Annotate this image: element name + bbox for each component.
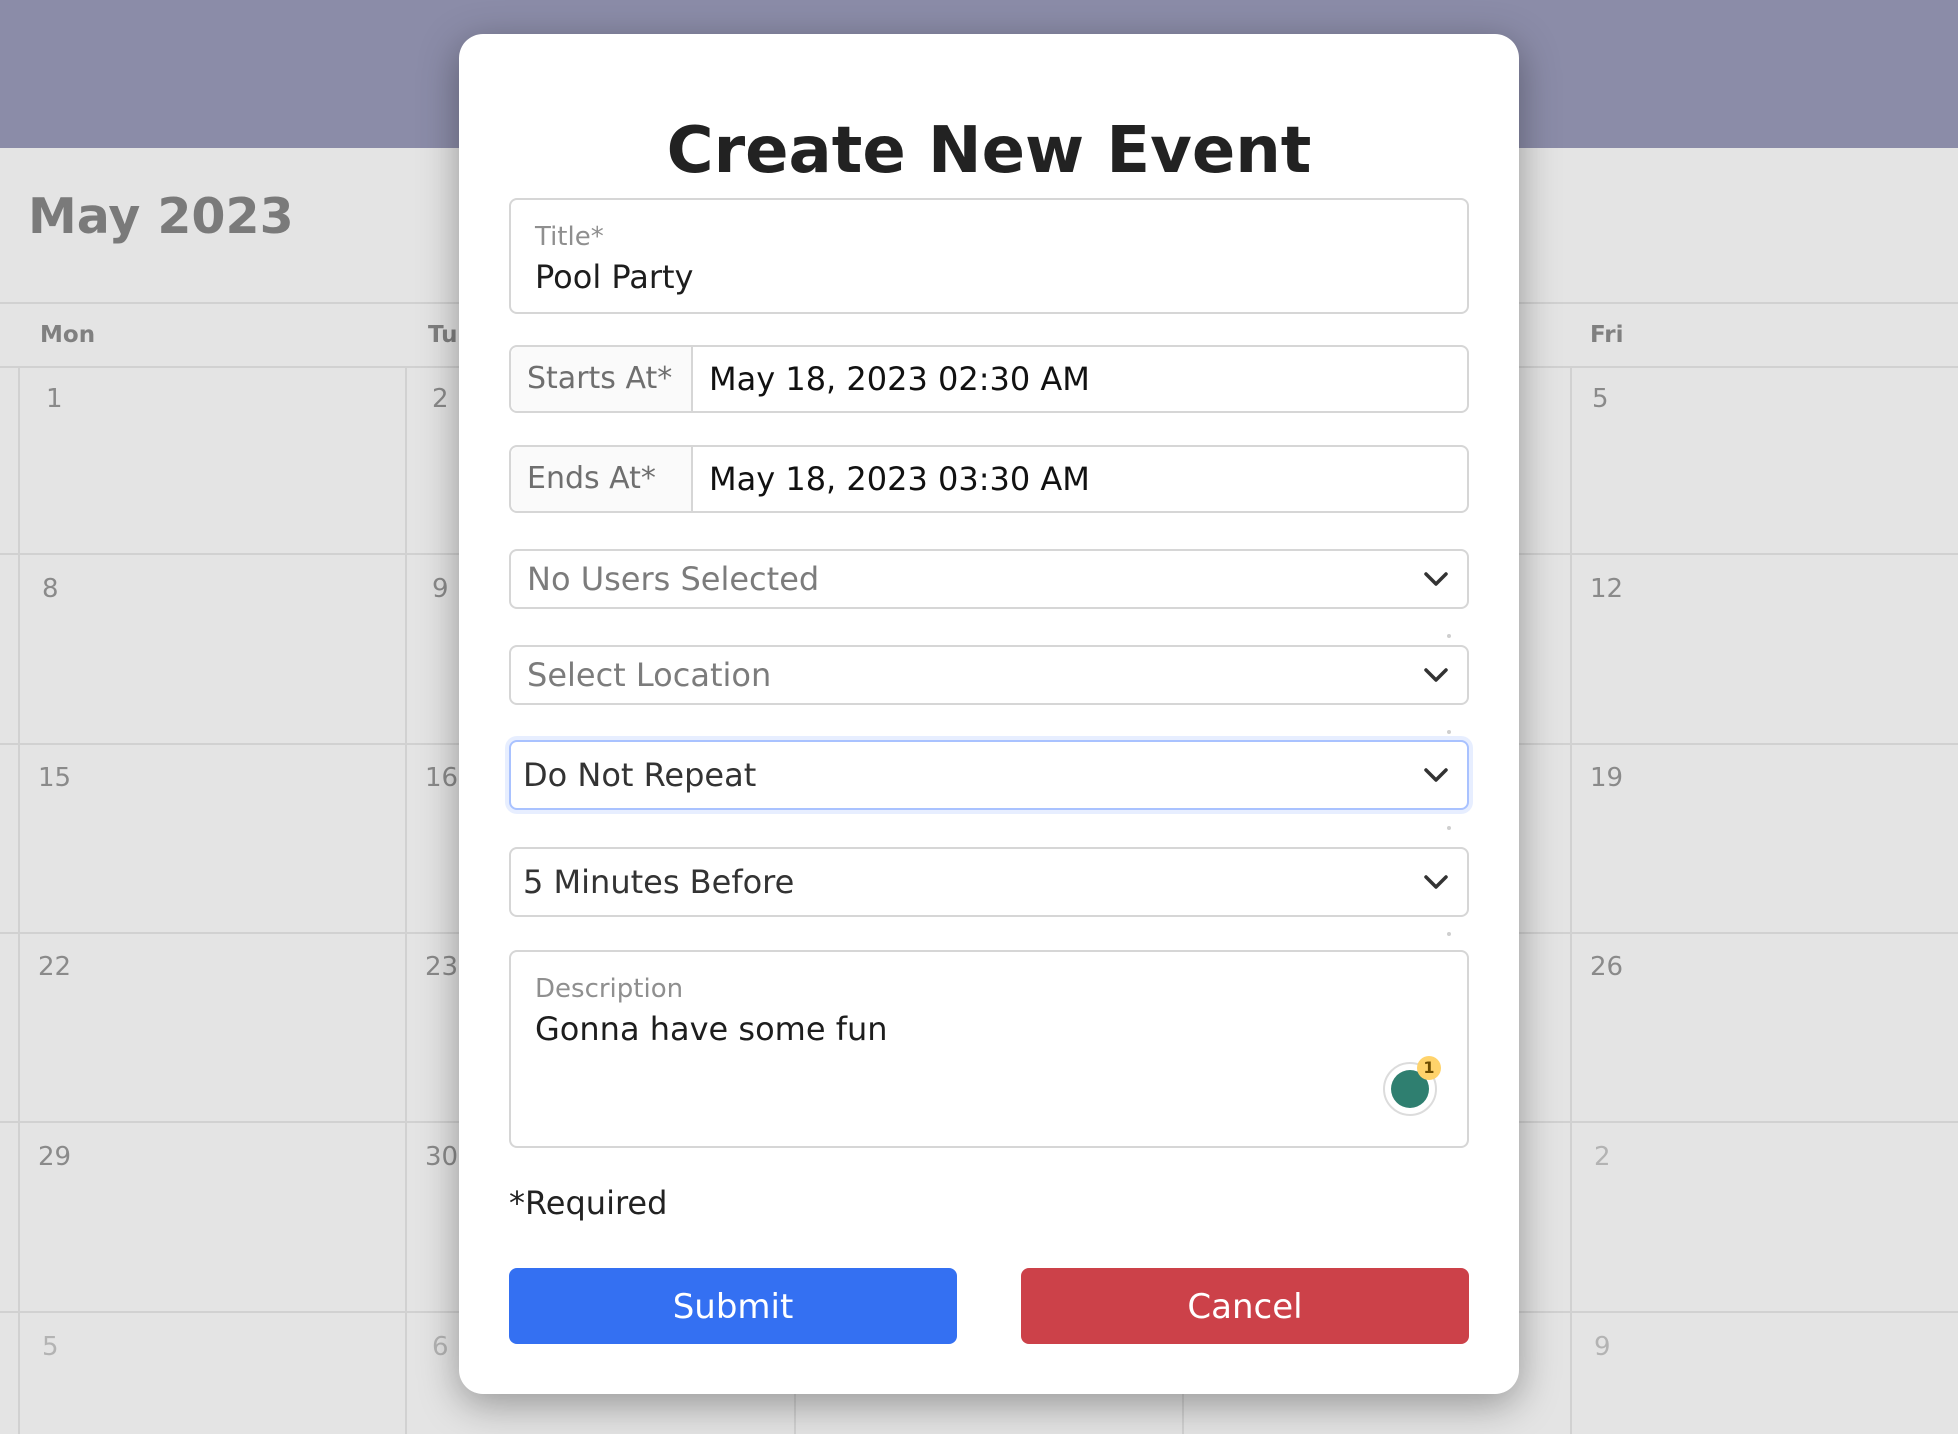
chevron-down-icon (1424, 572, 1448, 586)
weekday-fri: Fri (1590, 322, 1624, 348)
separator-dot (1447, 634, 1451, 638)
starts-at-input[interactable]: May 18, 2023 02:30 AM (709, 347, 1090, 411)
calendar-day[interactable]: 30 (425, 1142, 458, 1172)
month-title: May 2023 (28, 188, 294, 245)
weekday-mon: Mon (40, 322, 96, 348)
modal-title: Create New Event (666, 114, 1312, 188)
grid-line (1570, 366, 1572, 1434)
location-select-value: Select Location (527, 656, 772, 694)
calendar-day[interactable]: 8 (42, 574, 59, 604)
calendar-day[interactable]: 5 (1592, 384, 1609, 414)
calendar-day[interactable]: 6 (432, 1332, 449, 1362)
create-event-modal: Create New Event Title* Pool Party Start… (459, 34, 1519, 1394)
ends-at-label: Ends At* (511, 447, 693, 511)
calendar-day[interactable]: 15 (38, 763, 71, 793)
separator-dot (1447, 826, 1451, 830)
reminder-select-value: 5 Minutes Before (523, 863, 795, 901)
ends-at-field[interactable]: Ends At* May 18, 2023 03:30 AM (509, 445, 1469, 513)
separator-dot (1447, 932, 1451, 936)
grid-line (405, 366, 407, 1434)
chevron-down-icon (1424, 768, 1448, 782)
starts-at-label: Starts At* (511, 347, 693, 411)
cancel-button[interactable]: Cancel (1021, 1268, 1469, 1344)
calendar-day[interactable]: 2 (432, 384, 449, 414)
chevron-down-icon (1424, 668, 1448, 682)
location-select[interactable]: Select Location (509, 645, 1469, 705)
calendar-day[interactable]: 22 (38, 952, 71, 982)
calendar-day[interactable]: 2 (1594, 1142, 1611, 1172)
reminder-select[interactable]: 5 Minutes Before (509, 847, 1469, 917)
description-field[interactable]: Description Gonna have some fun 1 (509, 950, 1469, 1148)
calendar-day[interactable]: 16 (425, 763, 458, 793)
weekday-tue: Tu (428, 322, 458, 348)
starts-at-field[interactable]: Starts At* May 18, 2023 02:30 AM (509, 345, 1469, 413)
calendar-day[interactable]: 19 (1590, 763, 1623, 793)
grid-line (18, 366, 20, 1434)
calendar-day[interactable]: 1 (46, 384, 63, 414)
calendar-day[interactable]: 5 (42, 1332, 59, 1362)
title-label: Title* (535, 222, 604, 252)
separator-dot (1447, 730, 1451, 734)
grammarly-icon[interactable]: 1 (1383, 1056, 1441, 1116)
repeat-select-value: Do Not Repeat (523, 756, 757, 794)
calendar-day[interactable]: 26 (1590, 952, 1623, 982)
calendar-day[interactable]: 9 (1594, 1332, 1611, 1362)
users-select[interactable]: No Users Selected (509, 549, 1469, 609)
description-label: Description (535, 974, 684, 1004)
calendar-day[interactable]: 12 (1590, 574, 1623, 604)
ends-at-input[interactable]: May 18, 2023 03:30 AM (709, 447, 1090, 511)
submit-button[interactable]: Submit (509, 1268, 957, 1344)
description-textarea[interactable]: Gonna have some fun (535, 1010, 888, 1048)
grammarly-badge: 1 (1417, 1056, 1441, 1080)
calendar-day[interactable]: 29 (38, 1142, 71, 1172)
chevron-down-icon (1424, 875, 1448, 889)
title-field[interactable]: Title* Pool Party (509, 198, 1469, 314)
title-input[interactable]: Pool Party (535, 258, 693, 296)
required-note: *Required (509, 1184, 668, 1222)
calendar-day[interactable]: 23 (425, 952, 458, 982)
users-select-value: No Users Selected (527, 560, 820, 598)
repeat-select[interactable]: Do Not Repeat (509, 740, 1469, 810)
calendar-day[interactable]: 9 (432, 574, 449, 604)
